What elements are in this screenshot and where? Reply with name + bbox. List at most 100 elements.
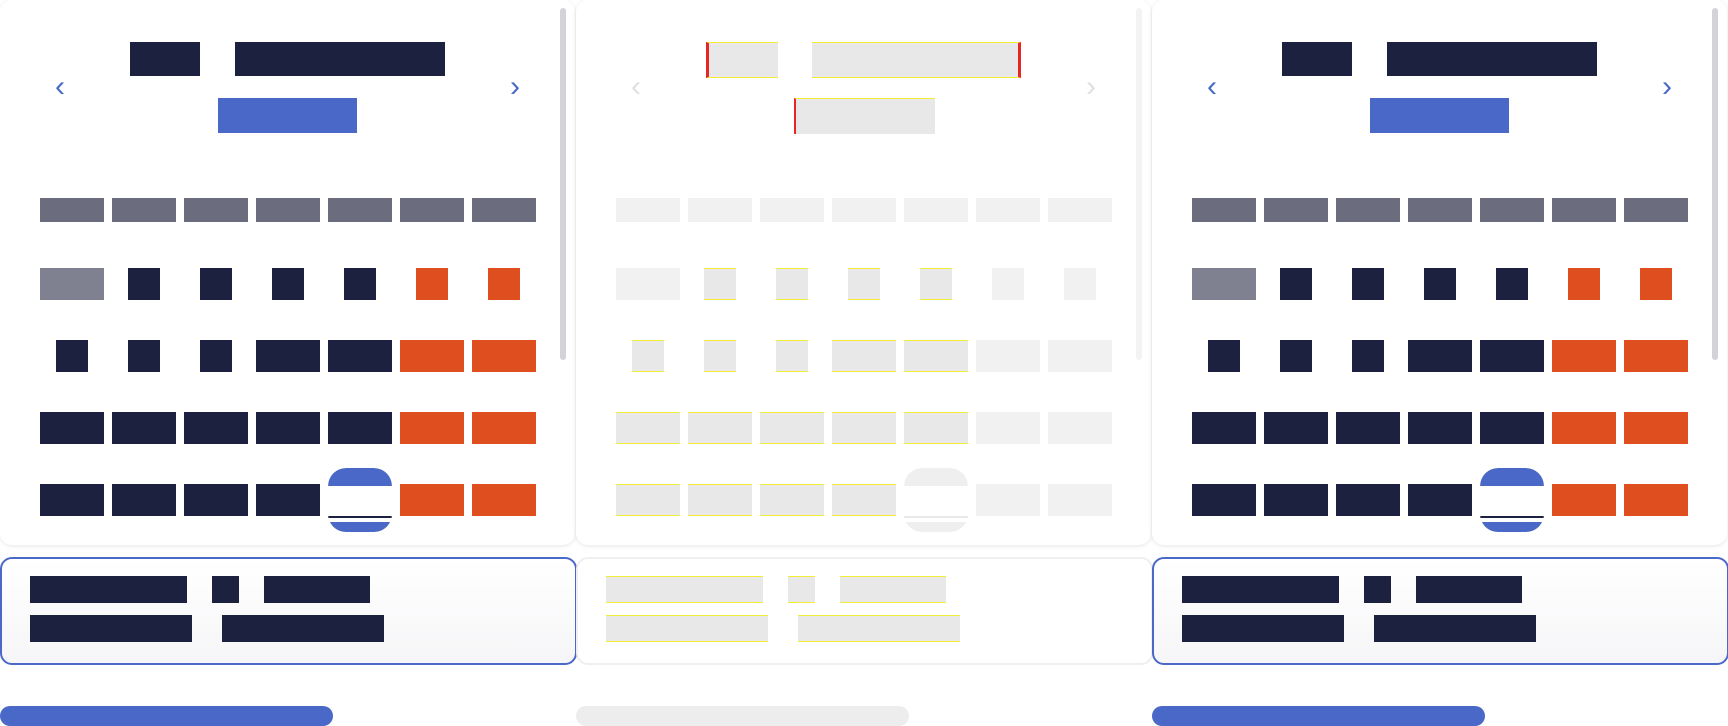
- calendar-day[interactable]: [400, 412, 464, 444]
- calendar-day[interactable]: [1336, 412, 1400, 444]
- chevron-left-icon[interactable]: ‹: [621, 70, 651, 104]
- chevron-left-icon[interactable]: ‹: [45, 70, 75, 104]
- calendar-day[interactable]: [976, 412, 1040, 444]
- scrollbar[interactable]: [1136, 8, 1142, 360]
- calendar-day[interactable]: [1048, 484, 1112, 516]
- calendar-day[interactable]: [1064, 268, 1096, 300]
- calendar-day[interactable]: [1552, 340, 1616, 372]
- chevron-right-icon[interactable]: ›: [1652, 70, 1682, 104]
- selected-day[interactable]: [328, 468, 392, 532]
- calendar-day[interactable]: [616, 484, 680, 516]
- calendar-day[interactable]: [976, 340, 1040, 372]
- confirm-button[interactable]: [576, 706, 909, 726]
- calendar-day[interactable]: [344, 268, 376, 300]
- calendar-day[interactable]: [1352, 340, 1384, 372]
- calendar-day[interactable]: [256, 484, 320, 516]
- year-button[interactable]: [794, 98, 935, 134]
- year-button[interactable]: [218, 98, 357, 133]
- calendar-day[interactable]: [760, 484, 824, 516]
- calendar-day[interactable]: [832, 484, 896, 516]
- selection-summary[interactable]: [1152, 557, 1728, 665]
- calendar-day[interactable]: [920, 268, 952, 300]
- calendar-day[interactable]: [1192, 412, 1256, 444]
- calendar-day[interactable]: [616, 412, 680, 444]
- calendar-day[interactable]: [328, 340, 392, 372]
- calendar-day[interactable]: [1192, 484, 1256, 516]
- calendar-day[interactable]: [40, 268, 104, 300]
- confirm-button[interactable]: [1152, 706, 1485, 726]
- calendar-day[interactable]: [848, 268, 880, 300]
- calendar-day[interactable]: [472, 484, 536, 516]
- calendar-day[interactable]: [992, 268, 1024, 300]
- calendar-day[interactable]: [112, 484, 176, 516]
- calendar-day[interactable]: [760, 412, 824, 444]
- calendar-day[interactable]: [488, 268, 520, 300]
- calendar-day[interactable]: [688, 484, 752, 516]
- calendar-day[interactable]: [416, 268, 448, 300]
- calendar-day[interactable]: [704, 340, 736, 372]
- calendar-day[interactable]: [1424, 268, 1456, 300]
- selected-day[interactable]: [1480, 468, 1544, 532]
- calendar-day[interactable]: [1048, 412, 1112, 444]
- calendar-day[interactable]: [1480, 340, 1544, 372]
- calendar-day[interactable]: [1264, 412, 1328, 444]
- calendar-day[interactable]: [128, 340, 160, 372]
- calendar-day[interactable]: [40, 412, 104, 444]
- chevron-right-icon[interactable]: ›: [1076, 70, 1106, 104]
- scrollbar[interactable]: [560, 8, 566, 360]
- chevron-right-icon[interactable]: ›: [500, 70, 530, 104]
- calendar-day[interactable]: [1640, 268, 1672, 300]
- year-button[interactable]: [1370, 98, 1509, 133]
- calendar-day[interactable]: [904, 340, 968, 372]
- calendar-day[interactable]: [1208, 340, 1240, 372]
- calendar-day[interactable]: [1552, 484, 1616, 516]
- calendar-day[interactable]: [616, 268, 680, 300]
- calendar-day[interactable]: [832, 412, 896, 444]
- calendar-day[interactable]: [1624, 340, 1688, 372]
- calendar-day[interactable]: [1480, 412, 1544, 444]
- selection-summary[interactable]: [0, 557, 577, 665]
- calendar-day[interactable]: [1408, 340, 1472, 372]
- calendar-day[interactable]: [472, 340, 536, 372]
- calendar-day[interactable]: [904, 412, 968, 444]
- calendar-day[interactable]: [1352, 268, 1384, 300]
- calendar-day[interactable]: [1264, 484, 1328, 516]
- calendar-day[interactable]: [128, 268, 160, 300]
- calendar-day[interactable]: [184, 412, 248, 444]
- calendar-day[interactable]: [1336, 484, 1400, 516]
- calendar-day[interactable]: [472, 412, 536, 444]
- calendar-day[interactable]: [1280, 268, 1312, 300]
- calendar-day[interactable]: [632, 340, 664, 372]
- calendar-day[interactable]: [1192, 268, 1256, 300]
- selection-summary[interactable]: [576, 557, 1153, 665]
- calendar-day[interactable]: [776, 268, 808, 300]
- calendar-day[interactable]: [1048, 340, 1112, 372]
- calendar-day[interactable]: [688, 412, 752, 444]
- calendar-day[interactable]: [1408, 484, 1472, 516]
- calendar-day[interactable]: [976, 484, 1040, 516]
- calendar-day[interactable]: [1496, 268, 1528, 300]
- calendar-day[interactable]: [776, 340, 808, 372]
- calendar-day[interactable]: [400, 484, 464, 516]
- selected-day[interactable]: [904, 468, 968, 532]
- calendar-day[interactable]: [1624, 484, 1688, 516]
- calendar-day[interactable]: [200, 340, 232, 372]
- calendar-day[interactable]: [272, 268, 304, 300]
- confirm-button[interactable]: [0, 706, 333, 726]
- scrollbar[interactable]: [1712, 8, 1718, 360]
- calendar-day[interactable]: [40, 484, 104, 516]
- calendar-day[interactable]: [832, 340, 896, 372]
- calendar-day[interactable]: [1568, 268, 1600, 300]
- calendar-day[interactable]: [256, 412, 320, 444]
- calendar-day[interactable]: [1552, 412, 1616, 444]
- calendar-day[interactable]: [1408, 412, 1472, 444]
- calendar-day[interactable]: [400, 340, 464, 372]
- calendar-day[interactable]: [328, 412, 392, 444]
- calendar-day[interactable]: [184, 484, 248, 516]
- calendar-day[interactable]: [56, 340, 88, 372]
- calendar-day[interactable]: [1624, 412, 1688, 444]
- calendar-day[interactable]: [1280, 340, 1312, 372]
- calendar-day[interactable]: [704, 268, 736, 300]
- calendar-day[interactable]: [112, 412, 176, 444]
- calendar-day[interactable]: [200, 268, 232, 300]
